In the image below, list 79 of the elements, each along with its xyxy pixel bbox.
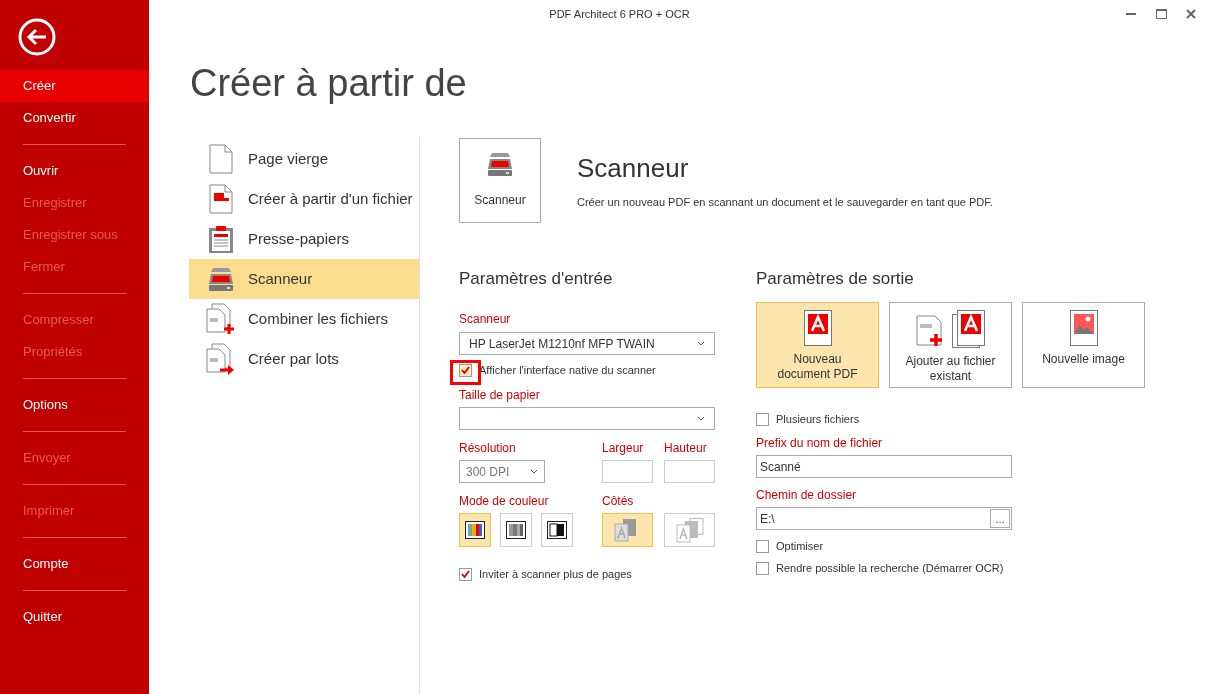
option-label: Scanneur — [248, 268, 313, 289]
field-label: Hauteur — [664, 441, 708, 455]
field-label: Scanneur — [459, 312, 512, 326]
checkbox[interactable] — [459, 363, 472, 377]
document-icon — [209, 184, 233, 214]
field-label: Mode de couleur — [459, 494, 550, 508]
section-title: Scanneur — [577, 152, 690, 184]
caret-icon — [697, 416, 705, 421]
sidebar-item[interactable]: Options — [0, 389, 149, 421]
maximize-icon — [1155, 9, 1167, 19]
pdf-document-icon — [803, 310, 832, 346]
create-option[interactable]: Presse-papiers — [189, 219, 419, 259]
create-option[interactable]: Créer à partir d'un fichier — [189, 179, 419, 219]
section-heading: Paramètres de sortie — [756, 268, 915, 290]
back-button[interactable] — [18, 18, 56, 56]
folder-field[interactable]: E:\ ... — [756, 507, 1012, 530]
height-field[interactable] — [664, 460, 715, 483]
color-mode-button[interactable] — [541, 513, 573, 547]
document-plus-pdf-icon — [915, 310, 986, 348]
width-field[interactable] — [602, 460, 653, 483]
dropdown[interactable]: HP LaserJet M1210nf MFP TWAIN — [459, 332, 715, 355]
checkbox-label: Optimiser — [776, 538, 824, 554]
option-label: Créer par lots — [248, 348, 339, 369]
output-option[interactable]: Nouveau document PDF — [756, 302, 879, 388]
clipboard-icon — [208, 224, 234, 254]
output-option[interactable]: Ajouter au fichier existant — [889, 302, 1012, 388]
color-mode-button[interactable] — [500, 513, 532, 547]
sidebar-item[interactable]: Convertir — [0, 102, 149, 134]
create-option[interactable]: Scanneur — [189, 259, 419, 299]
field-value: E:\ — [760, 510, 776, 528]
field-label: Côtés — [602, 494, 635, 508]
pages-arrow-icon — [206, 343, 236, 375]
output-option[interactable]: Nouvelle image — [1022, 302, 1145, 388]
option-label: Combiner les fichiers — [248, 308, 389, 329]
caret-icon — [530, 469, 538, 474]
field-label: Largeur — [602, 441, 645, 455]
section-heading: Paramètres d'entrée — [459, 268, 614, 290]
color-mode-button[interactable] — [459, 513, 491, 547]
scanner-tile[interactable]: Scanneur — [459, 138, 541, 223]
blank-page-icon — [209, 144, 233, 174]
scanner-icon — [208, 266, 234, 292]
pages-plus-icon — [206, 303, 236, 335]
checkbox[interactable] — [756, 412, 769, 426]
double-page-icon — [675, 517, 704, 543]
browse-button[interactable]: ... — [990, 509, 1010, 528]
field-label: Prefix du nom de fichier — [756, 436, 884, 450]
sidebar-item[interactable]: Créer — [0, 70, 149, 102]
field-label: Chemin de dossier — [756, 488, 858, 502]
create-option[interactable]: Combiner les fichiers — [189, 299, 419, 339]
option-label: Créer à partir d'un fichier — [248, 188, 413, 209]
image-icon — [1069, 310, 1098, 346]
caret-icon — [697, 341, 705, 346]
sidebar-item[interactable]: Ouvrir — [0, 155, 149, 187]
sidebar-item[interactable]: Compte — [0, 548, 149, 580]
field-label: Résolution — [459, 441, 517, 455]
checkbox[interactable] — [756, 539, 769, 553]
sidebar-item[interactable]: Quitter — [0, 601, 149, 633]
option-label: Presse-papiers — [248, 228, 349, 249]
checkbox[interactable] — [756, 561, 769, 575]
color-bars-icon — [465, 521, 485, 539]
half-filled-square-icon — [547, 521, 567, 539]
create-option[interactable]: Créer par lots — [189, 339, 419, 379]
dropdown[interactable]: 300 DPI — [459, 460, 545, 483]
checkbox-label: Plusieurs fichiers — [776, 411, 860, 427]
grayscale-bars-icon — [506, 521, 526, 539]
scanner-icon — [487, 151, 513, 177]
checkbox-label: Afficher l'interface native du scanner — [479, 362, 656, 378]
checkbox-label: Rendre possible la recherche (Démarrer OCR) — [776, 560, 1004, 576]
window-title: PDF Architect 6 PRO + OCR — [548, 6, 691, 22]
create-option[interactable]: Page vierge — [189, 139, 419, 179]
description: Créer un nouveau PDF en scannant un document et le sauvegarder en tant que PDF. — [577, 195, 993, 210]
page-title: Créer à partir de — [190, 61, 467, 106]
checkbox-label: Inviter à scanner plus de pages — [479, 566, 632, 582]
field-label: Taille de papier — [459, 388, 541, 402]
checkbox[interactable] — [459, 567, 472, 581]
option-label: Page vierge — [248, 148, 329, 169]
close-icon — [1186, 9, 1196, 19]
tile-label: Scanneur — [474, 192, 526, 209]
prefix-field[interactable]: Scanné — [756, 455, 1012, 478]
